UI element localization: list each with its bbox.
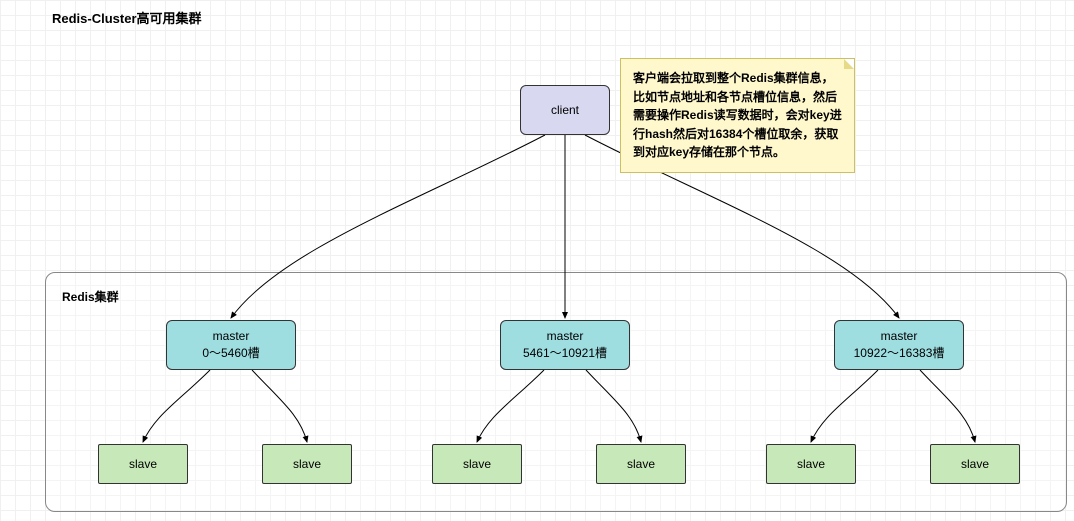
master-name: master bbox=[881, 328, 918, 345]
master-name: master bbox=[547, 328, 584, 345]
master-node-1: master 5461～10921槽 bbox=[500, 320, 630, 370]
slave-label: slave bbox=[463, 457, 491, 471]
slave-node: slave bbox=[596, 444, 686, 484]
slave-label: slave bbox=[129, 457, 157, 471]
master-name: master bbox=[213, 328, 250, 345]
diagram-title: Redis-Cluster高可用集群 bbox=[52, 8, 202, 27]
client-label: client bbox=[551, 103, 579, 117]
slave-label: slave bbox=[797, 457, 825, 471]
slave-node: slave bbox=[930, 444, 1020, 484]
master-node-0: master 0～5460槽 bbox=[166, 320, 296, 370]
master-node-2: master 10922～16383槽 bbox=[834, 320, 964, 370]
cluster-label: Redis集群 bbox=[62, 288, 119, 305]
slave-label: slave bbox=[293, 457, 321, 471]
slave-node: slave bbox=[766, 444, 856, 484]
client-node: client bbox=[520, 85, 610, 135]
slave-label: slave bbox=[627, 457, 655, 471]
slave-label: slave bbox=[961, 457, 989, 471]
slave-node: slave bbox=[432, 444, 522, 484]
master-slots: 0～5460槽 bbox=[202, 345, 259, 362]
master-slots: 5461～10921槽 bbox=[523, 345, 607, 362]
slave-node: slave bbox=[262, 444, 352, 484]
master-slots: 10922～16383槽 bbox=[854, 345, 945, 362]
annotation-note: 客户端会拉取到整个Redis集群信息，比如节点地址和各节点槽位信息，然后需要操作… bbox=[620, 58, 855, 173]
cluster-container bbox=[45, 272, 1067, 512]
slave-node: slave bbox=[98, 444, 188, 484]
